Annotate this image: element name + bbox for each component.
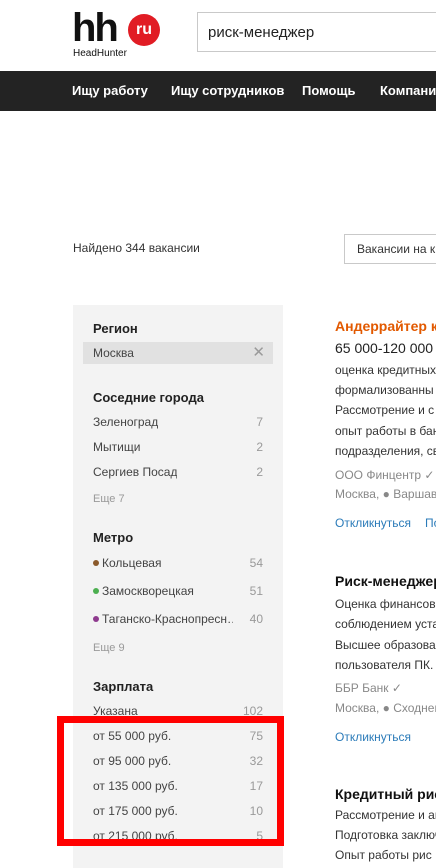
close-icon[interactable]: ✕ (252, 342, 265, 364)
vacancy-snippet-line: Высшее образова (335, 638, 436, 652)
vacancy-company[interactable]: ООО Финцентр ✓ (335, 468, 434, 482)
metro-more-link[interactable]: Еще 9 (93, 642, 125, 654)
nearby-item-label: Мытищи (93, 440, 141, 454)
salary-item[interactable]: от 215 000 руб. 5 (93, 826, 263, 846)
nearby-title: Соседние города (93, 390, 204, 405)
vacancy-snippet-line: опыт работы в бан (335, 424, 436, 438)
hh-logo[interactable]: hh ru HeadHunter (72, 6, 167, 62)
metro-item-count: 54 (249, 556, 263, 570)
salary-item[interactable]: от 55 000 руб. 75 (93, 726, 263, 746)
salary-item-label: от 135 000 руб. (93, 779, 178, 793)
salary-item-label: от 95 000 руб. (93, 754, 172, 768)
nearby-item[interactable]: Сергиев Посад 2 (93, 462, 263, 482)
logo-ru-badge: ru (128, 14, 160, 46)
vacancy-snippet-line: Подготовка заключ (335, 828, 436, 842)
metro-item-label: Таганско-Краснопресн… (102, 612, 233, 626)
salary-item-count: 75 (249, 729, 263, 743)
metro-item-label: Кольцевая (102, 556, 162, 570)
region-title: Регион (93, 321, 138, 336)
sort-dropdown[interactable]: Вакансии на к (344, 234, 436, 264)
vacancy-snippet-line: Опыт работы рис (335, 848, 432, 862)
logo-subtitle: HeadHunter (73, 48, 127, 59)
vacancy-title-link[interactable]: Андеррайтер к (335, 318, 436, 334)
respond-link[interactable]: Откликнуться (335, 516, 411, 530)
nav-help[interactable]: Помощь (302, 71, 355, 111)
main-nav: Ищу работу Ищу сотрудников Помощь Компан… (0, 71, 436, 111)
vacancy-snippet-line: соблюдением уста (335, 617, 436, 631)
header: hh ru HeadHunter (0, 0, 436, 71)
salary-item[interactable]: от 175 000 руб. 10 (93, 801, 263, 821)
filters-sidebar: Регион Москва ✕ Соседние города Зеленогр… (73, 305, 283, 868)
vacancy-snippet-line: Рассмотрение и ан (335, 808, 436, 822)
results-count: Найдено 344 вакансии (73, 241, 200, 255)
salary-item-count: 5 (256, 829, 263, 843)
salary-item-count: 32 (249, 754, 263, 768)
vacancy-list: Андеррайтер к 65 000-120 000 оценка кред… (335, 318, 436, 868)
salary-item-label: от 55 000 руб. (93, 729, 172, 743)
vacancy-snippet-line: оценка кредитных (335, 363, 436, 377)
vacancy-extra-link[interactable]: По (425, 516, 436, 530)
salary-item-count: 17 (249, 779, 263, 793)
vacancy-snippet-line: пользователя ПК. (335, 658, 434, 672)
metro-item-label: Замоскворецкая (102, 584, 194, 598)
salary-item[interactable]: от 135 000 руб. 17 (93, 776, 263, 796)
vacancy-snippet-line: Рассмотрение и с (335, 403, 435, 417)
vacancy-snippet-line: Оценка финансово (335, 597, 436, 611)
nav-companies[interactable]: Компании (380, 71, 436, 111)
logo-hh-text: hh (72, 6, 119, 50)
metro-item[interactable]: Кольцевая 54 (93, 553, 263, 573)
metro-item-count: 40 (249, 612, 263, 626)
respond-link[interactable]: Откликнуться (335, 730, 411, 744)
nearby-item-label: Сергиев Посад (93, 465, 178, 479)
nav-find-job[interactable]: Ищу работу (72, 71, 148, 111)
metro-item-count: 51 (249, 584, 263, 598)
metro-item[interactable]: Таганско-Краснопресн… 40 (93, 609, 263, 629)
nearby-item-count: 2 (256, 465, 263, 479)
metro-line-dot-icon (93, 559, 99, 566)
salary-item-label: от 215 000 руб. (93, 829, 178, 843)
salary-item[interactable]: от 95 000 руб. 32 (93, 751, 263, 771)
vacancy-salary: 65 000-120 000 (335, 340, 434, 356)
nav-find-employees[interactable]: Ищу сотрудников (171, 71, 284, 111)
nearby-item-count: 7 (256, 415, 263, 429)
metro-line-dot-icon (93, 615, 99, 622)
salary-item-label: от 175 000 руб. (93, 804, 178, 818)
metro-item[interactable]: Замоскворецкая 51 (93, 581, 263, 601)
vacancy-location: Москва, ● Варшава (335, 487, 436, 501)
salary-item[interactable]: Указана 102 (93, 701, 263, 721)
region-chip[interactable]: Москва ✕ (83, 342, 273, 364)
nearby-more-link[interactable]: Еще 7 (93, 493, 125, 505)
salary-item-count: 10 (249, 804, 263, 818)
search-input[interactable] (197, 12, 436, 52)
vacancy-snippet-line: формализованны (335, 383, 434, 397)
vacancy-company[interactable]: ББР Банк ✓ (335, 681, 402, 695)
metro-line-dot-icon (93, 587, 99, 594)
vacancy-title-link[interactable]: Риск-менеджер (335, 573, 436, 589)
vacancy-location: Москва, ● Сходнен (335, 701, 436, 715)
nearby-item[interactable]: Зеленоград 7 (93, 412, 263, 432)
nearby-item-count: 2 (256, 440, 263, 454)
nearby-item-label: Зеленоград (93, 415, 159, 429)
metro-title: Метро (93, 530, 134, 545)
vacancy-snippet-line: подразделения, св (335, 444, 436, 458)
nearby-item[interactable]: Мытищи 2 (93, 437, 263, 457)
salary-item-count: 102 (242, 704, 263, 718)
vacancy-title-link[interactable]: Кредитный рис (335, 786, 436, 802)
salary-title: Зарплата (93, 679, 154, 694)
salary-item-label: Указана (93, 704, 138, 718)
region-chip-label: Москва (93, 346, 134, 360)
